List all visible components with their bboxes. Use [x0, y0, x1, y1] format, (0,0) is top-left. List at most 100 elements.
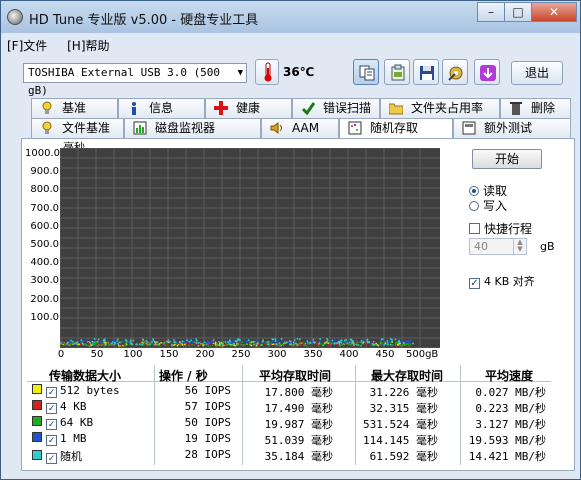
scatter-point	[285, 341, 288, 344]
scatter-point	[69, 344, 71, 346]
tab-aam[interactable]: AAM	[261, 118, 339, 138]
tab-disk-monitor[interactable]: 磁盘监视器	[124, 118, 261, 138]
series-checkbox[interactable]: ✓	[46, 419, 57, 430]
thermometer-icon	[255, 59, 279, 85]
scatter-point	[407, 343, 410, 345]
scatter-point	[394, 343, 397, 346]
series-label: 1 MB	[60, 432, 87, 445]
scatter-point	[114, 342, 116, 344]
scatter-point	[188, 344, 191, 347]
tools-icon	[448, 66, 463, 81]
series-color-swatch	[32, 432, 42, 442]
scatter-point	[258, 343, 260, 346]
table-row-label: ✓ 512 bytes	[32, 384, 120, 398]
series-label: 4 KB	[60, 400, 87, 413]
menu-help[interactable]: [H]帮助	[67, 39, 109, 53]
scatter-point	[256, 339, 258, 342]
series-label: 512 bytes	[60, 384, 120, 397]
minimize-button[interactable]: –	[477, 2, 505, 22]
scatter-point	[318, 341, 321, 343]
scatter-point	[249, 342, 252, 345]
scatter-point	[336, 342, 338, 345]
options-button[interactable]	[442, 59, 468, 85]
tab-info[interactable]: 信息	[118, 98, 205, 118]
scatter-point	[196, 339, 198, 342]
scatter-point	[70, 339, 72, 342]
scatter-point	[80, 339, 83, 341]
ops-value: 28 IOPS	[184, 448, 231, 461]
scatter-point	[80, 342, 82, 344]
scatter-point	[315, 341, 318, 344]
close-button[interactable]: ✕	[531, 2, 577, 22]
max-access-value: 61.592 毫秒	[369, 450, 438, 463]
chart-plot-area	[59, 147, 440, 349]
tab-file-benchmark[interactable]: 文件基准	[31, 118, 124, 138]
scatter-point	[96, 340, 99, 343]
random-access-icon	[348, 121, 362, 135]
scatter-point	[373, 343, 376, 346]
download-arrow-icon	[480, 65, 496, 81]
copy-info-button[interactable]	[353, 59, 379, 85]
quick-scan-checkbox[interactable]: 快捷行程	[469, 220, 532, 237]
title-bar[interactable]: HD Tune 专业版 v5.00 - 硬盘专业工具 – □ ✕	[1, 1, 580, 33]
table-col-divider	[242, 365, 243, 465]
drive-select[interactable]: TOSHIBA External USB 3.0 (500 gB) ▼	[23, 63, 247, 97]
scatter-point	[193, 344, 196, 346]
scatter-point	[185, 342, 188, 345]
copy-screenshot-button[interactable]	[384, 59, 410, 85]
scatter-point	[152, 338, 155, 340]
exit-button[interactable]: 退出	[511, 61, 563, 85]
max-access-value: 32.315 毫秒	[369, 402, 438, 415]
scatter-point	[296, 338, 299, 340]
tab-error-scan[interactable]: 错误扫描	[292, 98, 380, 118]
scatter-point	[97, 338, 100, 341]
health-cross-icon	[214, 101, 228, 115]
scatter-point	[262, 339, 264, 341]
series-checkbox[interactable]: ✓	[46, 435, 57, 446]
start-button[interactable]: 开始	[472, 149, 542, 169]
tab-health[interactable]: 健康	[205, 98, 292, 118]
scatter-point	[179, 341, 181, 343]
series-checkbox[interactable]: ✓	[46, 387, 57, 398]
ops-value: 50 IOPS	[184, 416, 231, 429]
scatter-point	[216, 344, 218, 346]
x-tick-label: 350	[303, 349, 323, 360]
align-4kb-checkbox[interactable]: ✓ 4 KB 对齐	[469, 273, 535, 289]
tab-benchmark[interactable]: 基准	[31, 98, 118, 118]
scatter-point	[93, 338, 96, 340]
scatter-point	[122, 340, 124, 343]
scatter-point	[220, 342, 222, 345]
scatter-point	[257, 341, 259, 344]
tab-extra-tests[interactable]: 额外测试	[453, 118, 571, 138]
scatter-point	[111, 341, 114, 343]
tab-random-access[interactable]: 随机存取	[339, 118, 453, 139]
scatter-point	[399, 344, 402, 347]
quick-scan-size-input[interactable]: 40 ▲ ▼	[469, 238, 527, 255]
write-radio[interactable]: 写入	[469, 197, 507, 214]
scatter-point	[322, 344, 324, 346]
series-color-swatch	[32, 400, 42, 410]
scatter-point	[173, 341, 175, 343]
scatter-point	[132, 339, 135, 342]
scatter-point	[340, 341, 343, 344]
checkbox-unchecked-icon	[469, 223, 480, 234]
menu-file[interactable]: [F]文件	[7, 39, 47, 53]
scatter-point	[177, 343, 180, 346]
scatter-point	[246, 341, 249, 344]
save-button[interactable]	[413, 59, 439, 85]
scatter-point	[109, 342, 111, 344]
scatter-point	[140, 340, 142, 342]
tab-row-2: 文件基准 磁盘监视器 AAM 随机存取 额外测试	[31, 118, 571, 139]
series-checkbox[interactable]: ✓	[46, 403, 57, 414]
series-checkbox[interactable]: ✓	[46, 453, 57, 464]
download-button[interactable]	[474, 59, 500, 85]
scatter-point	[389, 338, 392, 340]
tab-erase[interactable]: 删除	[500, 98, 571, 118]
maximize-button[interactable]: □	[504, 2, 532, 22]
tab-folder-usage[interactable]: 文件夹占用率	[380, 98, 500, 118]
scatter-point	[199, 340, 202, 343]
scatter-point	[381, 342, 384, 345]
scatter-point	[410, 342, 413, 345]
scatter-point	[298, 344, 301, 347]
y-tick-label: 600.0	[30, 220, 59, 232]
